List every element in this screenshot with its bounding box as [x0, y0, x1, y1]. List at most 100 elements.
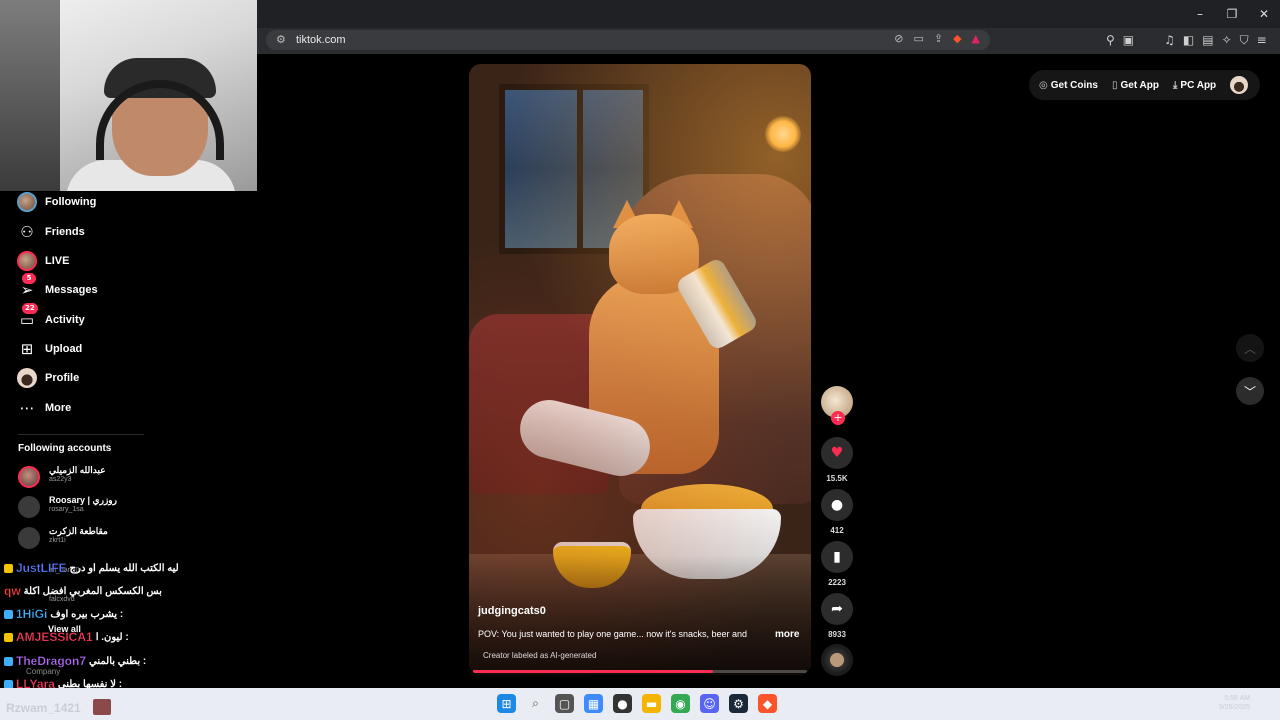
discord-icon[interactable]: ☺	[700, 694, 719, 713]
restore-button[interactable]: ❐	[1216, 0, 1248, 28]
comment-button[interactable]: ●	[821, 489, 853, 521]
address-bar-icons: ⊘ ▭ ⇪ ◆ ▲	[894, 32, 980, 45]
chat-username: 1HiGi	[16, 607, 48, 621]
widgets-icon[interactable]: ▦	[584, 694, 603, 713]
video-progress-bar[interactable]	[473, 670, 807, 673]
extensions-icon[interactable]: ⚲	[1106, 33, 1115, 48]
chat-text: ليون. ا :	[95, 631, 129, 643]
follow-plus-icon[interactable]: +	[831, 411, 845, 425]
media-icon[interactable]: ♫	[1164, 33, 1175, 48]
share-icon[interactable]: ⇪	[934, 32, 943, 45]
share-button[interactable]: ➦	[821, 593, 853, 625]
obs-icon[interactable]: ●	[613, 694, 632, 713]
messages-badge: 5	[22, 273, 36, 284]
video-author[interactable]: judgingcats0	[478, 605, 546, 617]
sidebar-item-label: More	[45, 402, 72, 414]
url-text[interactable]: tiktok.com	[296, 34, 346, 46]
steam-icon[interactable]: ⚙	[729, 694, 748, 713]
comment-count: 412	[830, 526, 844, 535]
get-app-label: Get App	[1120, 79, 1159, 91]
brave-icon[interactable]: ◆	[758, 694, 777, 713]
pc-app-button[interactable]: ⤓ PC App	[1173, 80, 1216, 91]
menu-icon[interactable]: ≡	[1257, 33, 1267, 48]
chat-text: بس الكسكس المغربي افضل اكلة	[23, 585, 162, 597]
get-app-button[interactable]: ▯ Get App	[1112, 80, 1159, 91]
brave-rewards-icon[interactable]: ▲	[972, 32, 980, 45]
sidebar-item-friends[interactable]: ⚇ Friends	[16, 221, 85, 243]
task-view-icon[interactable]: ▢	[555, 694, 574, 713]
upload-icon: ⊞	[20, 340, 34, 358]
video-progress-fill	[473, 670, 714, 673]
system-tray-clock[interactable]: 5:58 AM 9/25/2025	[1219, 694, 1250, 712]
comment-icon: ●	[830, 497, 844, 513]
sidebar-item-activity[interactable]: ▭ 22 Activity	[16, 303, 85, 331]
start-icon[interactable]: ⊞	[497, 694, 516, 713]
share-count: 8933	[828, 630, 846, 639]
following-account[interactable]: Roosary | روزري rosary_1sa	[18, 494, 218, 518]
sidebar-item-label: LIVE	[45, 255, 70, 267]
close-button[interactable]: ✕	[1248, 0, 1280, 28]
screenshot-icon[interactable]: ▣	[1123, 33, 1134, 48]
wallet-icon[interactable]: ▤	[1202, 33, 1213, 48]
address-bar[interactable]: ⚙ tiktok.com ⊘ ▭ ⇪ ◆ ▲	[266, 30, 990, 50]
chrome-icon[interactable]: ◉	[671, 694, 690, 713]
chat-message: 1HiGi يشرب بيره اوف :	[4, 604, 123, 624]
sidebar-item-live[interactable]: LIVE	[16, 250, 69, 272]
messages-icon: ➢ 5	[16, 273, 38, 301]
video-player[interactable]: judgingcats0 POV: You just wanted to pla…	[469, 64, 811, 675]
next-video-button[interactable]: ﹀	[1236, 377, 1264, 405]
get-coins-button[interactable]: ◎ Get Coins	[1039, 80, 1098, 91]
save-count: 2223	[828, 578, 846, 587]
chat-badge-icon	[4, 656, 13, 666]
chat-text: ليه الكتب الله يسلم او درج	[69, 562, 179, 574]
chat-badge-icon	[4, 632, 13, 642]
account-handle: rosary_1sa	[49, 506, 84, 513]
sidebar-item-label: Profile	[45, 372, 80, 384]
chat-message: AMJESSICA1 ليون. ا :	[4, 627, 129, 647]
sidebar-item-following[interactable]: Following	[16, 191, 96, 213]
chat-text: بطني بالمني :	[89, 655, 147, 667]
like-count: 15.5K	[826, 474, 848, 483]
file-explorer-icon[interactable]: ▬	[642, 694, 661, 713]
more-icon: ⋯	[19, 399, 35, 417]
sidebar-item-upload[interactable]: ⊞ Upload	[16, 338, 83, 360]
leo-ai-icon[interactable]: ✧	[1222, 33, 1232, 48]
sidebar-item-messages[interactable]: ➢ 5 Messages	[16, 273, 98, 301]
clock-date: 9/25/2025	[1218, 704, 1250, 711]
screen: – ❐ ✕ ⚙ tiktok.com ⊘ ▭ ⇪ ◆ ▲ ⚲ ▣ ♫ ◧ ▤ ✧…	[0, 0, 1280, 720]
vpn-icon[interactable]: ⛉	[1240, 33, 1249, 48]
streamer-name: Rzwam_1421	[6, 701, 81, 715]
brave-shields-icon[interactable]: ◆	[953, 32, 961, 45]
sidebar-item-label: Following	[45, 196, 97, 208]
site-settings-icon[interactable]: ⚙	[276, 33, 286, 46]
chat-badge-icon	[4, 609, 13, 619]
search-icon[interactable]: ⌕	[526, 694, 545, 713]
sidebar-toggle-icon[interactable]: ◧	[1183, 33, 1194, 48]
sidebar-item-more[interactable]: ⋯ More	[16, 397, 72, 419]
account-name: عبدالله الزميلي	[49, 465, 106, 475]
cast-icon[interactable]: ▭	[913, 32, 923, 45]
account-avatar	[18, 496, 40, 518]
previous-video-button[interactable]: ︿	[1236, 334, 1264, 362]
live-avatar-icon	[16, 250, 38, 272]
ai-generated-label: Creator labeled as AI-generated	[483, 651, 597, 660]
taskbar-apps: ⊞ ⌕ ▢ ▦ ● ▬ ◉ ☺ ⚙ ◆	[497, 694, 777, 713]
get-coins-label: Get Coins	[1050, 79, 1098, 91]
save-button[interactable]: ▮	[821, 541, 853, 573]
sidebar-item-label: Friends	[45, 226, 85, 238]
user-avatar[interactable]	[1230, 76, 1248, 94]
windows-taskbar: Rzwam_1421 ⊞ ⌕ ▢ ▦ ● ▬ ◉ ☺ ⚙ ◆ 5:58 AM 9…	[0, 688, 1280, 720]
translate-icon[interactable]: ⊘	[894, 32, 903, 45]
music-disc-icon[interactable]	[821, 644, 853, 676]
minimize-button[interactable]: –	[1184, 0, 1216, 28]
sidebar-item-profile[interactable]: Profile	[16, 367, 79, 389]
chat-text: يشرب بيره اوف :	[50, 608, 124, 620]
account-handle: as22y3	[49, 476, 72, 483]
following-account[interactable]: عبدالله الزميلي as22y3	[18, 464, 218, 488]
like-button[interactable]: ♥	[821, 437, 853, 469]
caption-more-button[interactable]: more	[775, 629, 799, 640]
sidebar-item-label: Activity	[45, 314, 85, 326]
activity-badge: 22	[22, 303, 38, 314]
following-avatar-icon	[16, 191, 38, 213]
chat-message: qw بس الكسكس المغربي افضل اكلة	[4, 581, 162, 601]
